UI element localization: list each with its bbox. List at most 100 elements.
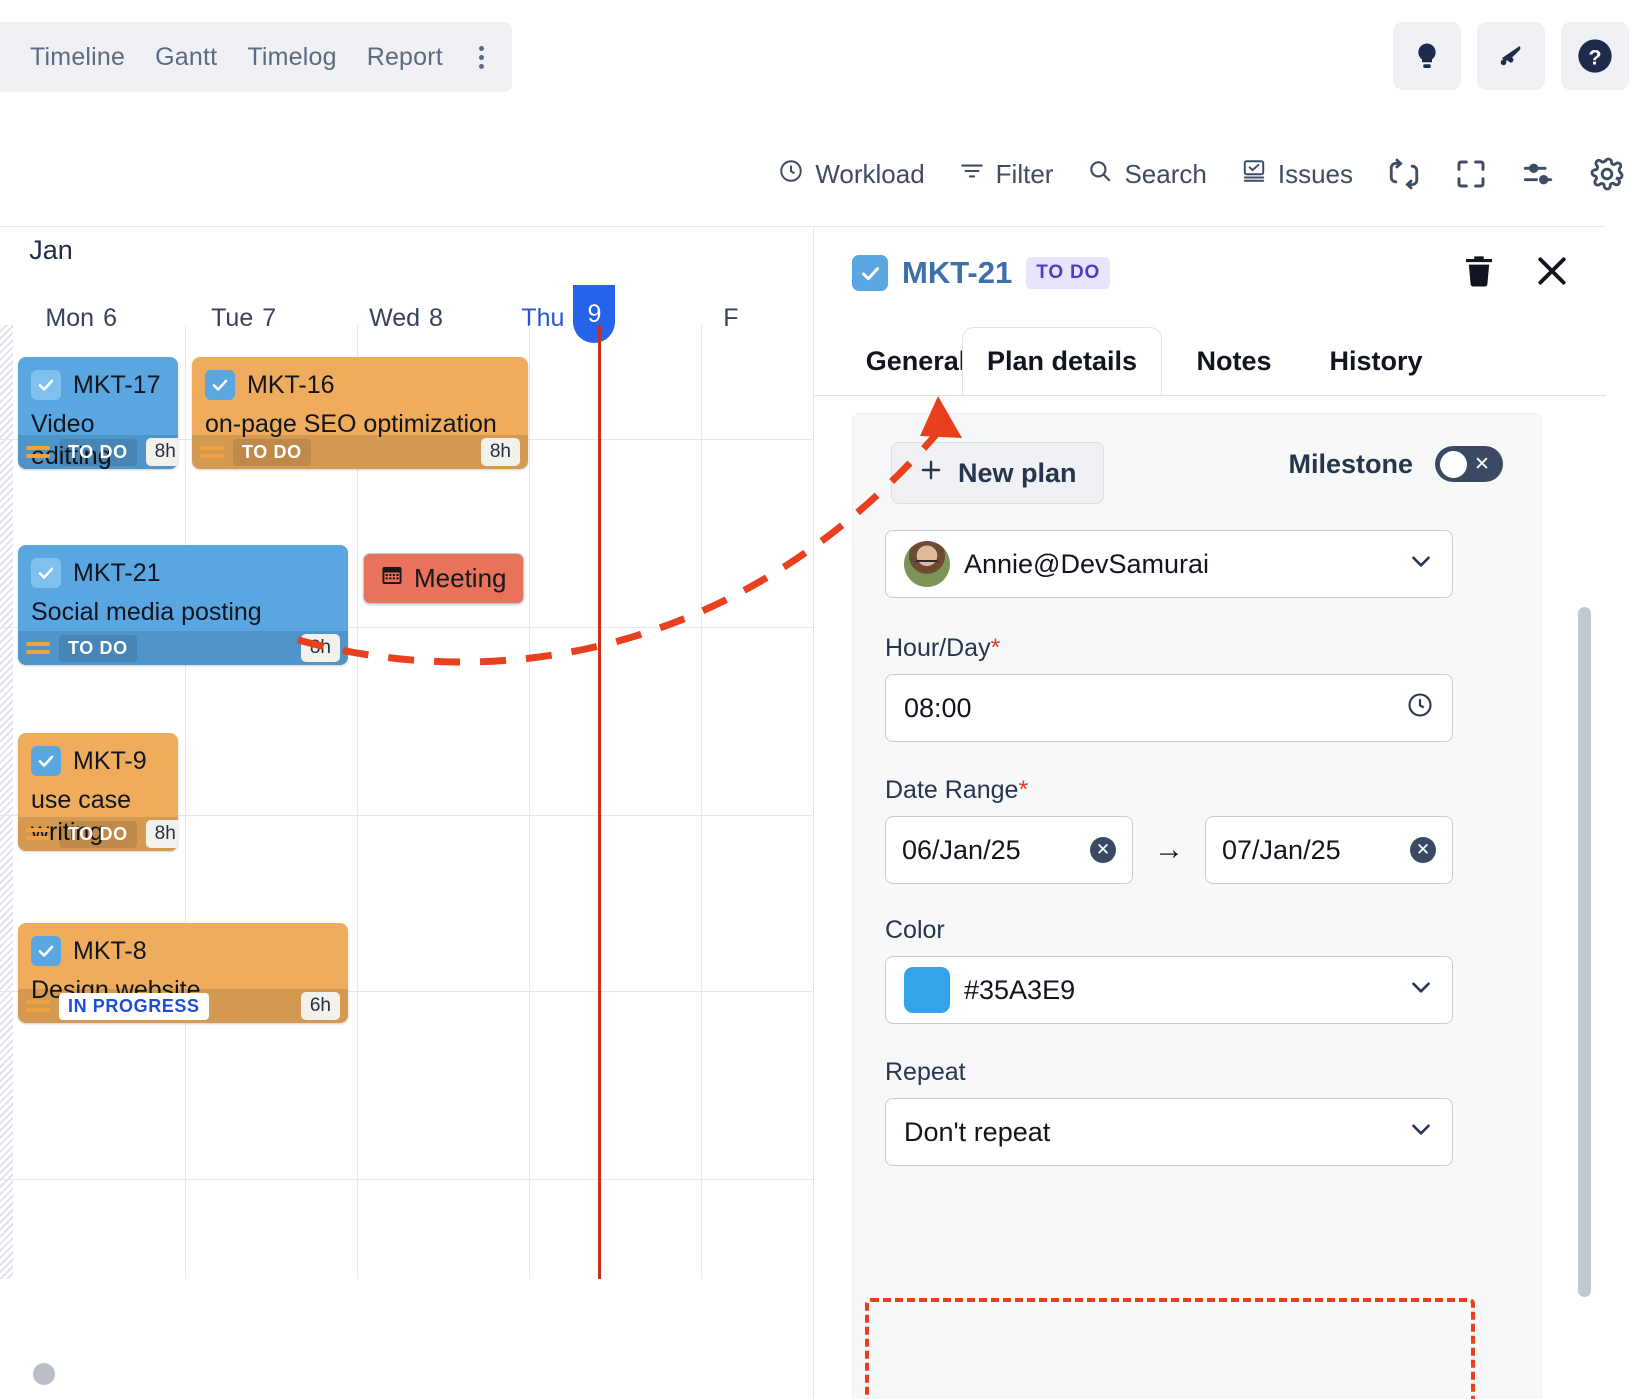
panel-vertical-scrollbar[interactable] <box>1578 607 1591 1297</box>
task-card-mkt-17[interactable]: MKT-17 Video editting TO DO 8h <box>18 357 178 469</box>
close-icon[interactable] <box>1532 251 1572 296</box>
issues-icon <box>1241 158 1267 191</box>
clock-icon[interactable] <box>1406 691 1434 726</box>
toggle-off-icon: ✕ <box>1474 453 1490 475</box>
calendar-icon <box>380 563 404 594</box>
assignee-field: Annie@DevSamurai <box>885 530 1453 598</box>
check-icon[interactable] <box>205 370 235 400</box>
current-time-line <box>598 325 601 1279</box>
priority-icon <box>200 446 224 458</box>
date-from-value: 06/Jan/25 <box>902 834 1021 865</box>
workload-button[interactable]: Workload <box>778 158 925 191</box>
date-range-label: Date Range* <box>885 776 1453 805</box>
svg-text:?: ? <box>1588 45 1601 70</box>
view-toolbar: Workload Filter Search Issues <box>0 140 1649 208</box>
task-card-mkt-9[interactable]: MKT-9 use case writing TO DO 8h <box>18 733 178 851</box>
assignee-select[interactable]: Annie@DevSamurai <box>885 530 1453 598</box>
required-marker: * <box>990 634 1001 662</box>
horizontal-scrollbar[interactable] <box>0 1361 812 1385</box>
month-label: Jan <box>29 235 73 265</box>
task-card-mkt-16[interactable]: MKT-16 on-page SEO optimization TO DO 8h <box>192 357 528 469</box>
task-card-mkt-21[interactable]: MKT-21 Social media posting TO DO 8h <box>18 545 348 665</box>
tab-underline <box>814 395 1606 396</box>
assignee-value: Annie@DevSamurai <box>964 548 1210 579</box>
tab-plan-details[interactable]: Plan details <box>962 327 1162 395</box>
card-hours: 8h <box>145 438 178 466</box>
card-title: Social media posting <box>31 598 262 626</box>
search-icon <box>1087 158 1113 191</box>
bell-icon[interactable] <box>1477 22 1545 90</box>
timeline-calendar: Jan Mon 6 Tue 7 Wed 8 Thu 9 F MKT-17 Vid… <box>0 226 812 1399</box>
issues-label: Issues <box>1277 158 1353 189</box>
hour-day-label: Hour/Day* <box>885 634 1453 663</box>
repeat-select[interactable]: Don't repeat <box>885 1098 1453 1166</box>
gear-icon[interactable] <box>1589 156 1625 192</box>
check-icon[interactable] <box>31 746 61 776</box>
nav-tab-gantt[interactable]: Gantt <box>155 43 217 72</box>
milestone-toggle[interactable]: ✕ <box>1435 446 1503 482</box>
delete-icon[interactable] <box>1460 252 1498 295</box>
lightbulb-icon[interactable] <box>1393 22 1461 90</box>
fullscreen-icon[interactable] <box>1455 158 1487 190</box>
card-header: MKT-8 <box>18 923 348 966</box>
priority-icon <box>26 1000 50 1012</box>
card-status: IN PROGRESS <box>59 992 209 1020</box>
avatar <box>904 541 950 587</box>
calendar-grid: MKT-17 Video editting TO DO 8h MKT-16 on… <box>0 325 812 1399</box>
card-issue-key: MKT-16 <box>247 370 335 399</box>
check-icon[interactable] <box>31 370 61 400</box>
sliders-icon[interactable] <box>1521 157 1555 191</box>
milestone-label: Milestone <box>1288 448 1413 479</box>
meeting-label: Meeting <box>414 563 507 593</box>
nav-tab-timelog[interactable]: Timelog <box>247 43 336 72</box>
toggle-knob <box>1440 450 1467 478</box>
date-to-input[interactable]: 07/Jan/25 ✕ <box>1205 816 1453 884</box>
chevron-down-icon <box>1408 1116 1434 1149</box>
card-issue-key: MKT-9 <box>73 746 147 775</box>
card-status: TO DO <box>59 820 137 848</box>
clear-icon[interactable]: ✕ <box>1410 837 1436 863</box>
panel-actions <box>1460 251 1572 296</box>
card-hours: 8h <box>300 634 340 662</box>
calendar-month-header: Jan <box>0 235 812 266</box>
tab-notes[interactable]: Notes <box>1164 327 1304 395</box>
more-options-icon[interactable] <box>473 45 490 69</box>
hour-day-input[interactable]: 08:00 <box>885 674 1453 742</box>
new-plan-button[interactable]: New plan <box>891 442 1104 504</box>
clear-icon[interactable]: ✕ <box>1090 837 1116 863</box>
color-select[interactable]: #35A3E9 <box>885 956 1453 1024</box>
issues-button[interactable]: Issues <box>1241 158 1353 191</box>
plan-details-body: New plan Milestone ✕ Annie@DevSamurai Ho… <box>852 413 1542 1399</box>
issue-detail-panel: MKT-21 TO DO General Plan details Notes … <box>813 226 1606 1399</box>
color-swatch <box>904 967 950 1013</box>
panel-issue-key[interactable]: MKT-21 <box>902 255 1012 291</box>
scrollbar-thumb[interactable] <box>33 1363 55 1385</box>
search-button[interactable]: Search <box>1087 158 1207 191</box>
check-icon[interactable] <box>31 558 61 588</box>
check-icon[interactable] <box>31 936 61 966</box>
clock-icon <box>778 158 804 191</box>
filter-button[interactable]: Filter <box>959 158 1053 191</box>
date-from-input[interactable]: 06/Jan/25 ✕ <box>885 816 1133 884</box>
meeting-badge[interactable]: Meeting <box>363 553 524 604</box>
column-divider <box>529 325 530 1279</box>
date-range-row: 06/Jan/25 ✕ → 07/Jan/25 ✕ <box>885 816 1453 884</box>
tab-history[interactable]: History <box>1296 327 1456 395</box>
status-badge: TO DO <box>1026 257 1111 289</box>
repeat-label: Repeat <box>885 1058 966 1086</box>
plan-fields: Annie@DevSamurai Hour/Day* 08:00 Date Ra… <box>853 530 1541 1399</box>
card-footer: TO DO 8h <box>18 817 178 851</box>
check-icon[interactable] <box>852 255 888 291</box>
task-card-mkt-8[interactable]: MKT-8 Design website IN PROGRESS 6h <box>18 923 348 1023</box>
hour-day-field: Hour/Day* 08:00 <box>885 634 1453 742</box>
milestone-control: Milestone ✕ <box>1288 446 1503 482</box>
help-icon[interactable]: ? <box>1561 22 1629 90</box>
plus-icon <box>918 457 944 490</box>
refresh-icon[interactable] <box>1387 157 1421 191</box>
date-range-field: Date Range* 06/Jan/25 ✕ → 07/Jan/25 ✕ <box>885 776 1453 884</box>
nav-tab-report[interactable]: Report <box>367 43 443 72</box>
nav-tab-timeline[interactable]: Timeline <box>30 43 125 72</box>
card-issue-key: MKT-17 <box>73 370 161 399</box>
panel-header: MKT-21 TO DO <box>814 227 1606 329</box>
color-value: #35A3E9 <box>964 974 1076 1005</box>
